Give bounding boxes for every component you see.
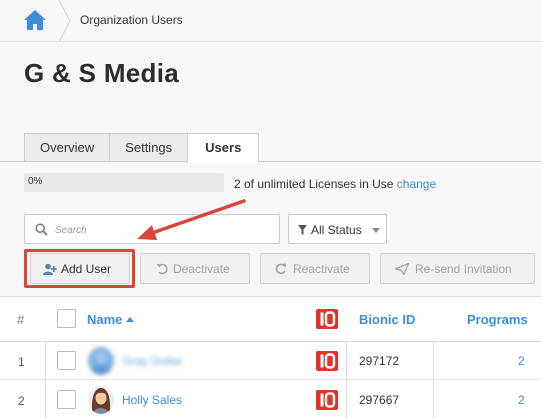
status-filter-value: All Status (311, 223, 362, 237)
users-table: # Name Bionic ID Programs 1 Gray Dollar … (0, 296, 541, 418)
select-all-checkbox[interactable] (57, 309, 76, 328)
deactivate-label: Deactivate (173, 262, 230, 276)
bionic-id-value: 297667 (359, 393, 400, 407)
home-icon[interactable] (22, 8, 48, 32)
reactivate-button[interactable]: Reactivate (260, 253, 370, 284)
breadcrumb: Organization Users (0, 0, 541, 42)
reactivate-label: Reactivate (293, 262, 350, 276)
send-icon (395, 263, 409, 275)
license-summary: 2 of unlimited Licenses in Use change (234, 177, 436, 191)
programs-count-link[interactable]: 2 (518, 354, 525, 368)
deactivate-button[interactable]: Deactivate (140, 253, 250, 284)
page-title: G & S Media (24, 58, 179, 88)
programs-count-link[interactable]: 2 (518, 393, 525, 407)
filter-icon (298, 225, 307, 235)
add-user-button[interactable]: Add User (30, 253, 130, 284)
table-row[interactable]: 2 Holly Sales 297667 2 (0, 381, 541, 418)
search-input[interactable] (55, 221, 270, 239)
avatar (88, 386, 114, 414)
bionic-id-value: 297172 (359, 354, 400, 368)
resend-invitation-button[interactable]: Re-send Invitation (380, 253, 535, 284)
refresh-icon (275, 263, 286, 275)
row-checkbox[interactable] (57, 390, 76, 409)
index-column-header: # (17, 312, 25, 327)
user-name-link[interactable]: Gray Dollar (122, 354, 183, 368)
chevron-down-icon (372, 228, 380, 233)
status-filter-dropdown[interactable]: All Status (288, 214, 387, 244)
search-box (24, 214, 280, 244)
change-license-link[interactable]: change (397, 177, 436, 191)
breadcrumb-separator (58, 0, 71, 42)
row-index: 1 (18, 355, 25, 369)
io-icon (316, 309, 338, 329)
tab-bar: Overview Settings Users (24, 133, 260, 163)
breadcrumb-current: Organization Users (80, 13, 183, 27)
tab-settings[interactable]: Settings (109, 133, 189, 162)
bionic-id-column-header[interactable]: Bionic ID (359, 312, 415, 327)
io-icon (316, 390, 338, 410)
table-header: # Name Bionic ID Programs (0, 297, 541, 342)
license-count-text: 2 of unlimited Licenses in Use (234, 177, 394, 191)
tab-overview[interactable]: Overview (24, 133, 111, 162)
name-header-label: Name (87, 312, 123, 327)
avatar (88, 347, 114, 375)
search-icon (35, 223, 48, 236)
undo-icon (156, 263, 168, 275)
resend-invitation-label: Re-send Invitation (415, 262, 512, 276)
progress-label: 0% (28, 176, 43, 187)
io-icon (316, 351, 338, 371)
license-progress-bar: 0% (24, 173, 224, 192)
row-checkbox[interactable] (57, 351, 76, 370)
user-name-link[interactable]: Holly Sales (122, 393, 182, 407)
name-column-header[interactable]: Name (87, 312, 135, 327)
programs-column-header[interactable]: Programs (467, 312, 528, 327)
sort-ascending-icon (126, 317, 135, 322)
add-user-label: Add User (61, 262, 112, 276)
tab-users[interactable]: Users (187, 133, 260, 163)
row-index: 2 (18, 394, 25, 408)
add-user-icon (43, 263, 57, 275)
table-row[interactable]: 1 Gray Dollar 297172 2 (0, 342, 541, 380)
